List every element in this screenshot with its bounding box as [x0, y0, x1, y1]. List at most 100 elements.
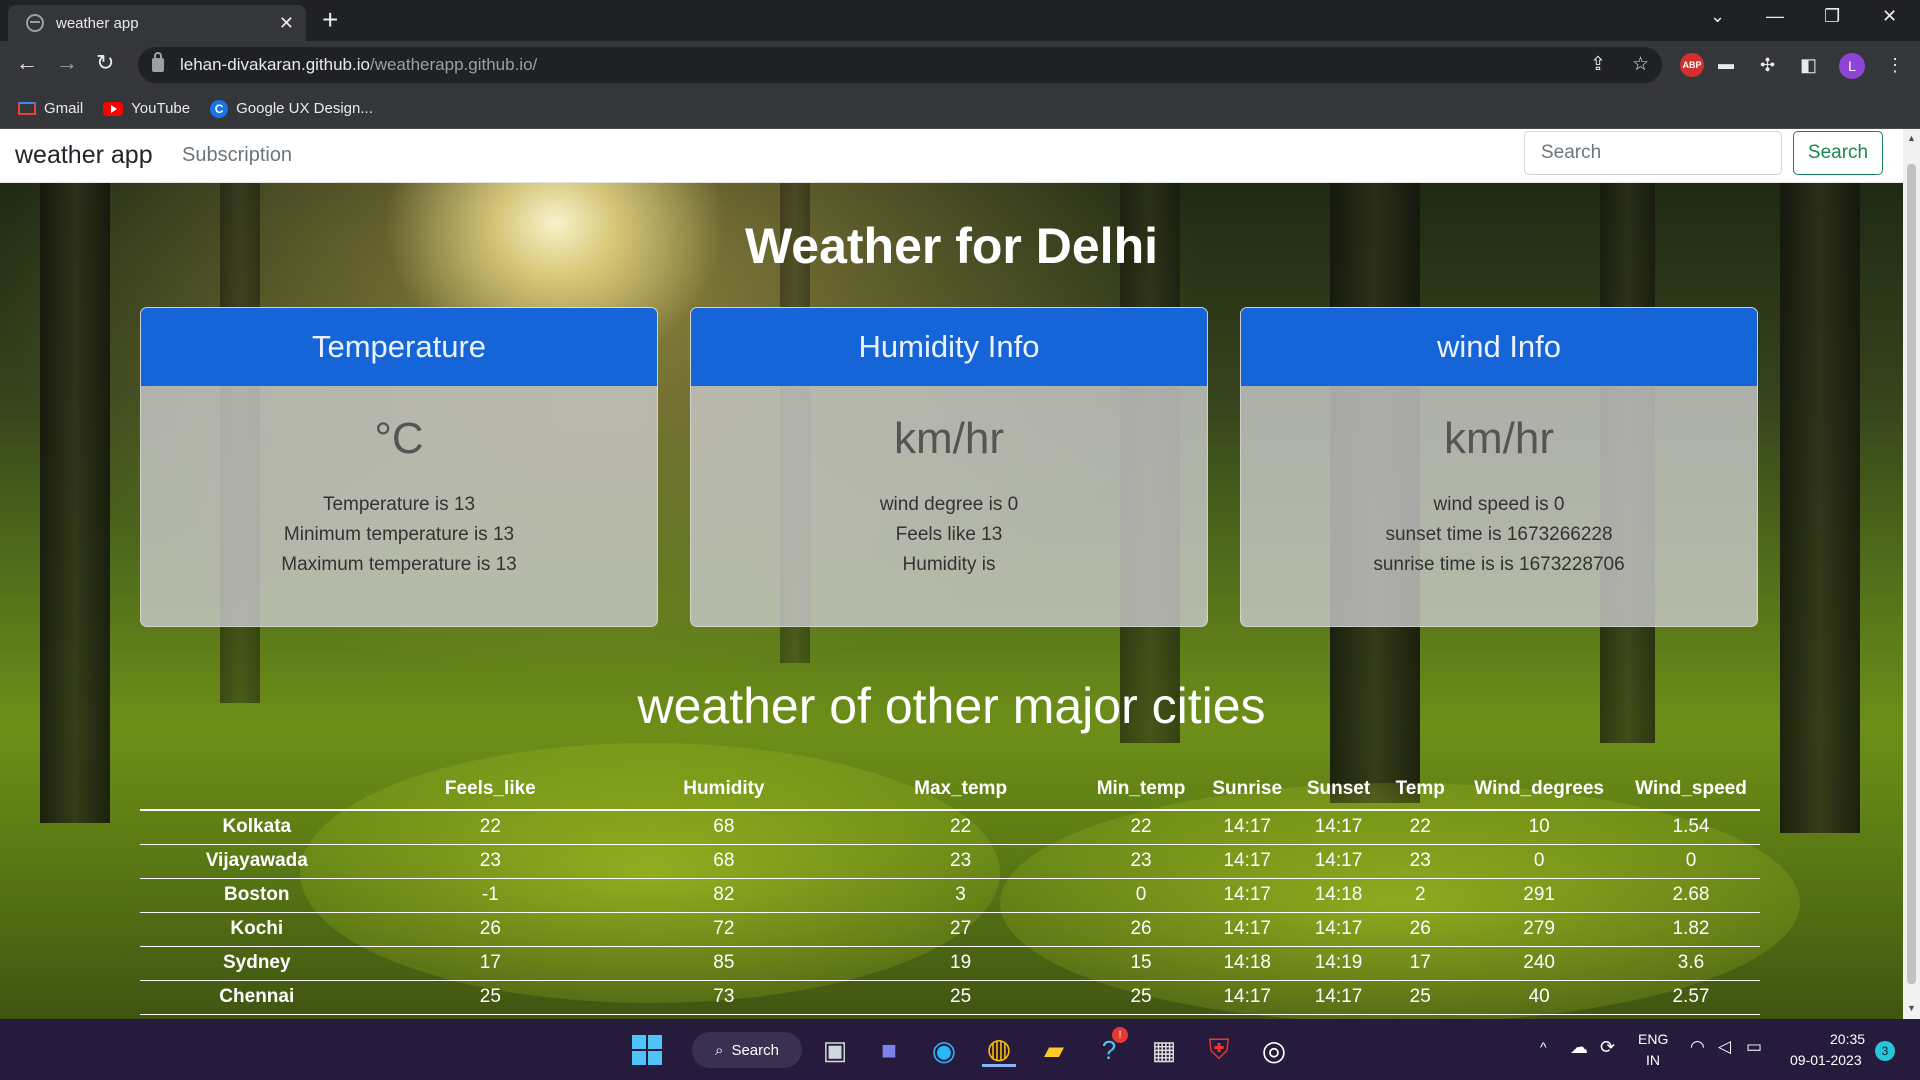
- card-main-value: °C: [374, 414, 424, 463]
- lock-icon[interactable]: [152, 52, 164, 72]
- adblock-extension-icon[interactable]: ABP: [1680, 53, 1704, 77]
- gmail-icon: [18, 102, 36, 115]
- app-circle-icon[interactable]: ◎: [1257, 1033, 1291, 1067]
- volume-icon[interactable]: ◁: [1718, 1037, 1731, 1057]
- bookmark-label: Gmail: [44, 100, 84, 117]
- city-cell: Chennai: [140, 980, 374, 1015]
- table-header-row: Feels_like Humidity Max_temp Min_temp Su…: [140, 768, 1760, 811]
- table-cell: 14:18: [1292, 878, 1385, 913]
- language-top[interactable]: ENG: [1638, 1031, 1668, 1047]
- help-icon[interactable]: ? !: [1092, 1027, 1128, 1067]
- new-tab-button[interactable]: +: [322, 6, 338, 34]
- column-header: Feels_like: [373, 768, 608, 811]
- taskbar-search-button[interactable]: ⌕ Search: [692, 1032, 802, 1068]
- table-cell: 25: [1384, 980, 1457, 1015]
- table-cell: 17: [1384, 946, 1457, 981]
- table-cell: 3.6: [1621, 946, 1760, 981]
- wifi-icon[interactable]: ◠: [1690, 1037, 1705, 1057]
- share-icon[interactable]: ⇪: [1590, 53, 1606, 76]
- browser-tab[interactable]: weather app ✕: [8, 5, 306, 41]
- reload-icon[interactable]: ↻: [96, 51, 114, 75]
- table-cell: -1: [373, 878, 608, 913]
- table-cell: 14:17: [1201, 980, 1293, 1015]
- table-cell: 22: [373, 810, 608, 845]
- tab-title: weather app: [56, 14, 139, 32]
- bookmark-label: YouTube: [131, 100, 191, 117]
- bookmark-youtube[interactable]: YouTube: [103, 100, 190, 117]
- onedrive-icon[interactable]: ☁: [1570, 1037, 1588, 1058]
- table-cell: 23: [1080, 844, 1202, 879]
- task-view-icon[interactable]: ▣: [818, 1033, 852, 1067]
- language-bottom[interactable]: IN: [1646, 1052, 1660, 1068]
- table-row: Boston -1 82 3 0 14:17 14:18 2 291 2.68: [140, 878, 1760, 913]
- bookmark-google-ux[interactable]: C Google UX Design...: [210, 99, 373, 118]
- search-input[interactable]: [1524, 131, 1782, 175]
- mcafee-icon[interactable]: ⛨: [1202, 1033, 1236, 1067]
- close-tab-icon[interactable]: ✕: [279, 13, 294, 34]
- card-line: sunset time is 1673266228: [1385, 524, 1613, 545]
- table-cell: 3: [840, 878, 1081, 913]
- back-icon[interactable]: ←: [16, 51, 38, 75]
- card-line: Temperature is 13: [322, 494, 476, 515]
- table-cell: 1.54: [1621, 810, 1760, 845]
- card-line: wind degree is 0: [879, 494, 1019, 515]
- extensions-puzzle-icon[interactable]: ✣: [1760, 53, 1775, 77]
- table-cell: 14:19: [1292, 946, 1385, 981]
- file-explorer-icon[interactable]: ▰: [1037, 1033, 1071, 1067]
- close-window-icon[interactable]: ✕: [1882, 6, 1897, 27]
- table-row: Kolkata 22 68 22 22 14:17 14:17 22 10 1.…: [140, 810, 1760, 845]
- side-panel-icon[interactable]: ◧: [1800, 53, 1817, 77]
- table-cell: 14:17: [1201, 878, 1293, 913]
- table-cell: 82: [607, 878, 841, 913]
- url-path: /weatherapp.github.io/: [369, 55, 538, 74]
- profile-avatar[interactable]: L: [1839, 53, 1865, 79]
- page-scrollbar[interactable]: ▲ ▼: [1903, 129, 1920, 1019]
- table-cell: 14:17: [1292, 980, 1385, 1015]
- extension-hat-icon[interactable]: ▬: [1718, 53, 1734, 77]
- scrollbar-thumb[interactable]: [1907, 164, 1916, 984]
- forward-icon[interactable]: →: [56, 51, 78, 75]
- bookmark-star-icon[interactable]: ☆: [1632, 53, 1649, 76]
- windows-taskbar: ⌕ Search ▣ ■ ◉ ◍ ▰ ? ! ▦ ⛨ ◎ ^ ☁ ⟳ ENG I…: [0, 1019, 1920, 1080]
- search-icon: ⌕: [715, 1041, 724, 1059]
- coursera-icon: C: [210, 99, 229, 118]
- tab-search-chevron-icon[interactable]: ⌄: [1710, 6, 1725, 27]
- column-header: Sunset: [1292, 768, 1385, 811]
- windows-start-icon[interactable]: [630, 1033, 664, 1067]
- clock-date[interactable]: 09-01-2023: [1790, 1052, 1862, 1068]
- help-badge: !: [1112, 1027, 1128, 1043]
- chrome-icon[interactable]: ◍: [982, 1033, 1016, 1067]
- tray-chevron-icon[interactable]: ^: [1540, 1039, 1547, 1055]
- card-details: wind speed is 0 sunset time is 167326622…: [1241, 490, 1757, 580]
- battery-icon[interactable]: ▭: [1746, 1037, 1762, 1057]
- search-button[interactable]: Search: [1793, 131, 1883, 175]
- restore-icon[interactable]: ❐: [1824, 6, 1840, 27]
- nav-link-subscription[interactable]: Subscription: [182, 144, 292, 167]
- globe-icon: [26, 14, 44, 32]
- table-cell: 85: [607, 946, 841, 981]
- teams-chat-icon[interactable]: ■: [872, 1033, 906, 1067]
- column-header: Humidity: [607, 768, 841, 811]
- browser-menu-icon[interactable]: ⋮: [1886, 53, 1904, 77]
- address-bar[interactable]: lehan-divakaran.github.io /weatherapp.gi…: [138, 47, 1662, 83]
- table-cell: 68: [607, 810, 841, 845]
- edge-icon[interactable]: ◉: [927, 1033, 961, 1067]
- card-line: wind speed is 0: [1433, 494, 1565, 515]
- minimize-icon[interactable]: —: [1766, 6, 1784, 27]
- cities-table: Feels_like Humidity Max_temp Min_temp Su…: [140, 768, 1760, 1015]
- taskbar-search-label: Search: [731, 1041, 779, 1059]
- notification-badge[interactable]: 3: [1875, 1041, 1895, 1061]
- scroll-down-arrow-icon[interactable]: ▼: [1907, 1003, 1916, 1013]
- scroll-up-arrow-icon[interactable]: ▲: [1907, 133, 1916, 143]
- site-brand[interactable]: weather app: [15, 141, 153, 170]
- bookmark-gmail[interactable]: Gmail: [18, 100, 83, 117]
- store-icon[interactable]: ▦: [1147, 1033, 1181, 1067]
- table-cell: 68: [607, 844, 841, 879]
- table-cell: 2.68: [1621, 878, 1760, 913]
- clock-time[interactable]: 20:35: [1830, 1031, 1865, 1047]
- card-main-value: km/hr: [894, 414, 1004, 463]
- browser-tab-bar: weather app ✕ + ⌄ — ❐ ✕: [0, 0, 1920, 41]
- column-header: Wind_degrees: [1456, 768, 1622, 811]
- sync-icon[interactable]: ⟳: [1600, 1037, 1615, 1058]
- card-header: wind Info: [1241, 308, 1757, 386]
